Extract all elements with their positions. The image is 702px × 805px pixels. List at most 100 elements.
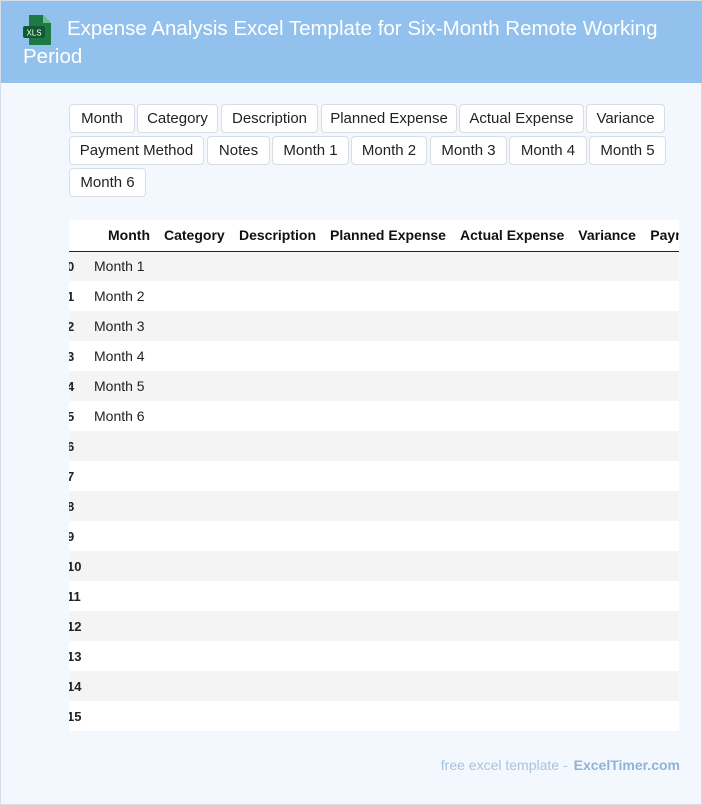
tag-chip[interactable]: Payment Method <box>69 136 204 165</box>
table-cell[interactable] <box>571 581 644 611</box>
table-row[interactable]: 1 Month 2 <box>69 281 679 311</box>
table-cell[interactable] <box>323 581 454 611</box>
table-cell[interactable] <box>643 251 679 281</box>
table-cell[interactable] <box>232 401 324 431</box>
table-cell[interactable] <box>157 671 232 701</box>
table-cell[interactable] <box>453 461 572 491</box>
table-cell[interactable] <box>157 341 232 371</box>
table-cell[interactable] <box>232 341 324 371</box>
month-cell[interactable]: Month 6 <box>87 401 157 431</box>
column-header[interactable]: Category <box>157 220 232 252</box>
table-cell[interactable] <box>571 671 644 701</box>
table-cell[interactable] <box>232 461 324 491</box>
table-cell[interactable] <box>232 371 324 401</box>
table-cell[interactable] <box>571 431 644 461</box>
table-row[interactable]: 0 Month 1 <box>69 251 679 281</box>
table-cell[interactable] <box>157 551 232 581</box>
table-cell[interactable] <box>323 281 454 311</box>
month-cell[interactable] <box>87 491 157 521</box>
table-cell[interactable] <box>643 701 679 731</box>
table-cell[interactable] <box>453 371 572 401</box>
data-table-container[interactable]: Month Category Description Planned Expense A… <box>69 220 679 731</box>
table-cell[interactable] <box>643 641 679 671</box>
column-header[interactable]: Month <box>87 220 157 252</box>
table-cell[interactable] <box>453 671 572 701</box>
table-cell[interactable] <box>232 581 324 611</box>
table-cell[interactable] <box>157 281 232 311</box>
table-row[interactable]: 11 <box>69 581 679 611</box>
table-cell[interactable] <box>232 671 324 701</box>
table-cell[interactable] <box>643 431 679 461</box>
table-cell[interactable] <box>643 281 679 311</box>
table-row[interactable]: 3 Month 4 <box>69 341 679 371</box>
table-cell[interactable] <box>323 311 454 341</box>
table-cell[interactable] <box>232 311 324 341</box>
month-cell[interactable] <box>87 671 157 701</box>
table-cell[interactable] <box>323 551 454 581</box>
tag-chip[interactable]: Month 2 <box>351 136 427 165</box>
tag-chip[interactable]: Category <box>137 104 218 133</box>
table-row[interactable]: 4 Month 5 <box>69 371 679 401</box>
month-cell[interactable] <box>87 551 157 581</box>
month-cell[interactable] <box>87 431 157 461</box>
table-cell[interactable] <box>571 641 644 671</box>
column-header[interactable]: Variance <box>571 220 644 252</box>
tag-chip[interactable]: Month 5 <box>589 136 666 165</box>
column-header[interactable] <box>69 220 87 252</box>
table-cell[interactable] <box>571 461 644 491</box>
table-row[interactable]: 8 <box>69 491 679 521</box>
table-row[interactable]: 12 <box>69 611 679 641</box>
table-cell[interactable] <box>571 701 644 731</box>
table-cell[interactable] <box>157 641 232 671</box>
table-cell[interactable] <box>453 311 572 341</box>
table-cell[interactable] <box>232 491 324 521</box>
month-cell[interactable] <box>87 611 157 641</box>
table-cell[interactable] <box>323 431 454 461</box>
table-cell[interactable] <box>643 371 679 401</box>
tag-chip[interactable]: Notes <box>207 136 270 165</box>
table-cell[interactable] <box>643 491 679 521</box>
tag-chip[interactable]: Month 4 <box>509 136 587 165</box>
table-cell[interactable] <box>643 311 679 341</box>
table-cell[interactable] <box>232 611 324 641</box>
tag-chip[interactable]: Month 1 <box>272 136 349 165</box>
table-cell[interactable] <box>323 461 454 491</box>
table-cell[interactable] <box>157 491 232 521</box>
table-cell[interactable] <box>643 551 679 581</box>
table-cell[interactable] <box>643 581 679 611</box>
table-cell[interactable] <box>643 521 679 551</box>
table-cell[interactable] <box>643 401 679 431</box>
table-cell[interactable] <box>453 641 572 671</box>
table-cell[interactable] <box>323 701 454 731</box>
table-cell[interactable] <box>157 581 232 611</box>
table-cell[interactable] <box>232 431 324 461</box>
tag-chip[interactable]: Month 6 <box>69 168 146 197</box>
table-cell[interactable] <box>571 311 644 341</box>
tag-chip[interactable]: Month <box>69 104 135 133</box>
table-cell[interactable] <box>323 641 454 671</box>
table-cell[interactable] <box>453 431 572 461</box>
table-row[interactable]: 13 <box>69 641 679 671</box>
table-cell[interactable] <box>232 281 324 311</box>
table-row[interactable]: 15 <box>69 701 679 731</box>
table-cell[interactable] <box>232 701 324 731</box>
month-cell[interactable] <box>87 701 157 731</box>
table-cell[interactable] <box>323 341 454 371</box>
table-cell[interactable] <box>232 521 324 551</box>
table-cell[interactable] <box>453 401 572 431</box>
table-cell[interactable] <box>643 611 679 641</box>
column-header[interactable]: Actual Expense <box>453 220 572 252</box>
month-cell[interactable] <box>87 641 157 671</box>
table-cell[interactable] <box>157 521 232 551</box>
tag-chip[interactable]: Month 3 <box>430 136 507 165</box>
table-cell[interactable] <box>232 641 324 671</box>
table-cell[interactable] <box>323 401 454 431</box>
table-cell[interactable] <box>571 401 644 431</box>
month-cell[interactable]: Month 2 <box>87 281 157 311</box>
table-cell[interactable] <box>232 551 324 581</box>
column-header[interactable]: Payment Method <box>643 220 679 252</box>
month-cell[interactable]: Month 3 <box>87 311 157 341</box>
table-cell[interactable] <box>643 461 679 491</box>
table-cell[interactable] <box>157 401 232 431</box>
table-cell[interactable] <box>453 491 572 521</box>
